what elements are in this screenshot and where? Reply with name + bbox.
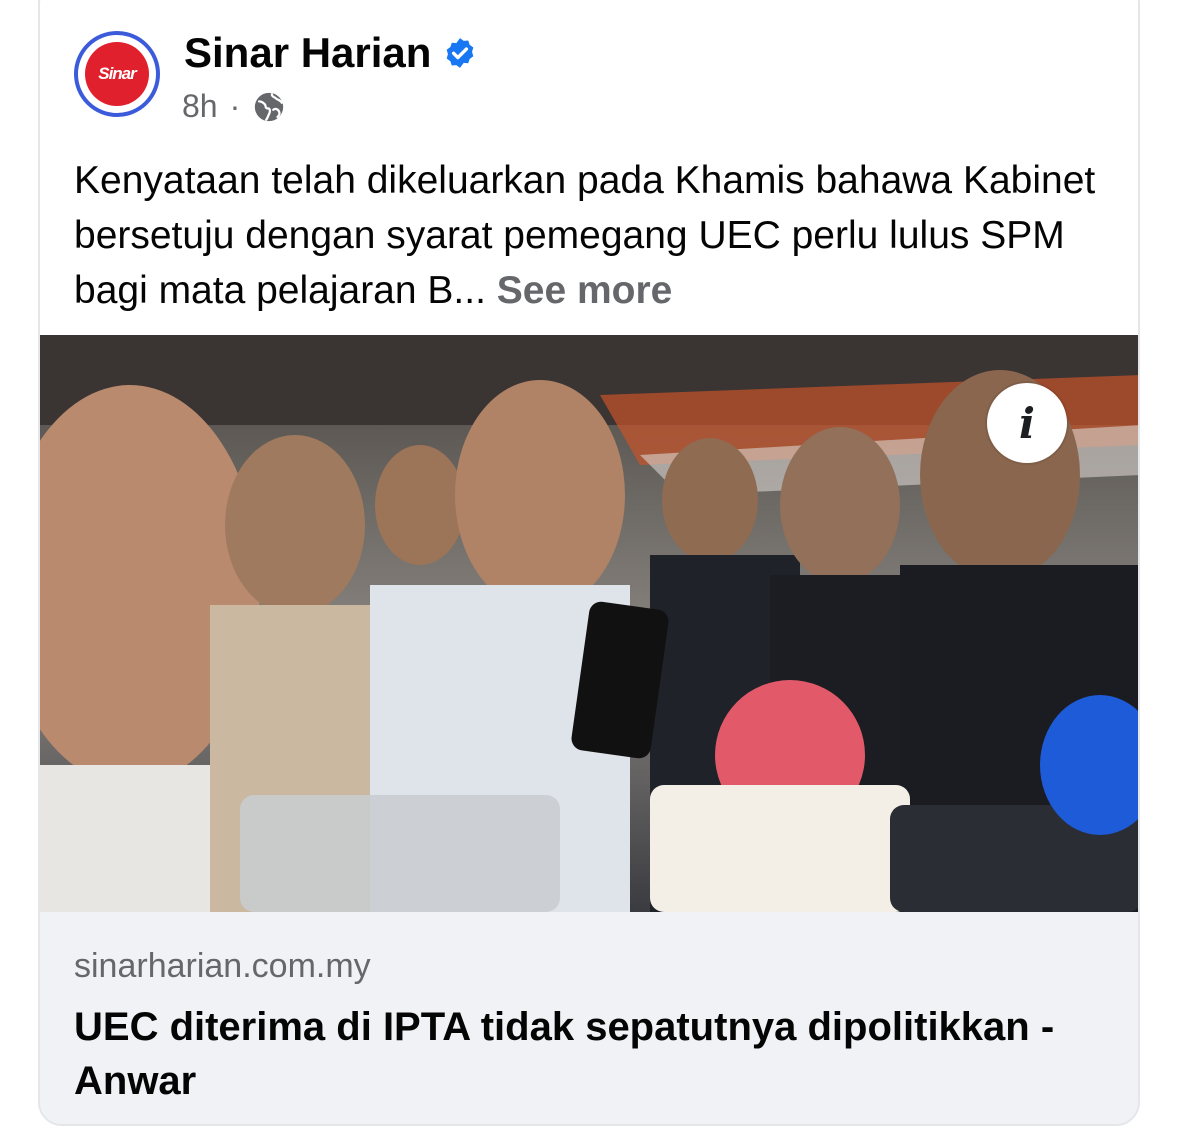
post-text: Kenyataan telah dikeluarkan pada Khamis …	[74, 153, 1114, 318]
link-headline[interactable]: UEC diterima di IPTA tidak sepatutnya di…	[74, 1000, 1074, 1108]
page-name-row: Sinar Harian	[184, 29, 477, 77]
post-card: Sinar Sinar Harian 8h · Kenyataan telah …	[38, 0, 1140, 1126]
verified-badge-icon	[447, 38, 474, 68]
sinar-logo: Sinar	[85, 42, 149, 106]
photo-illustration	[40, 335, 1138, 912]
logo-text: Sinar	[98, 64, 137, 83]
globe-icon[interactable]	[252, 90, 286, 124]
link-domain: sinarharian.com.my	[74, 947, 371, 985]
page-name[interactable]: Sinar Harian	[184, 29, 431, 77]
page-avatar[interactable]: Sinar	[74, 31, 160, 117]
meta-separator: ·	[229, 88, 241, 124]
post-meta: 8h ·	[182, 88, 286, 125]
see-more-link[interactable]: See more	[497, 269, 673, 312]
info-icon[interactable]: i	[987, 383, 1067, 463]
post-photo[interactable]	[40, 335, 1138, 912]
post-time[interactable]: 8h	[182, 88, 218, 125]
